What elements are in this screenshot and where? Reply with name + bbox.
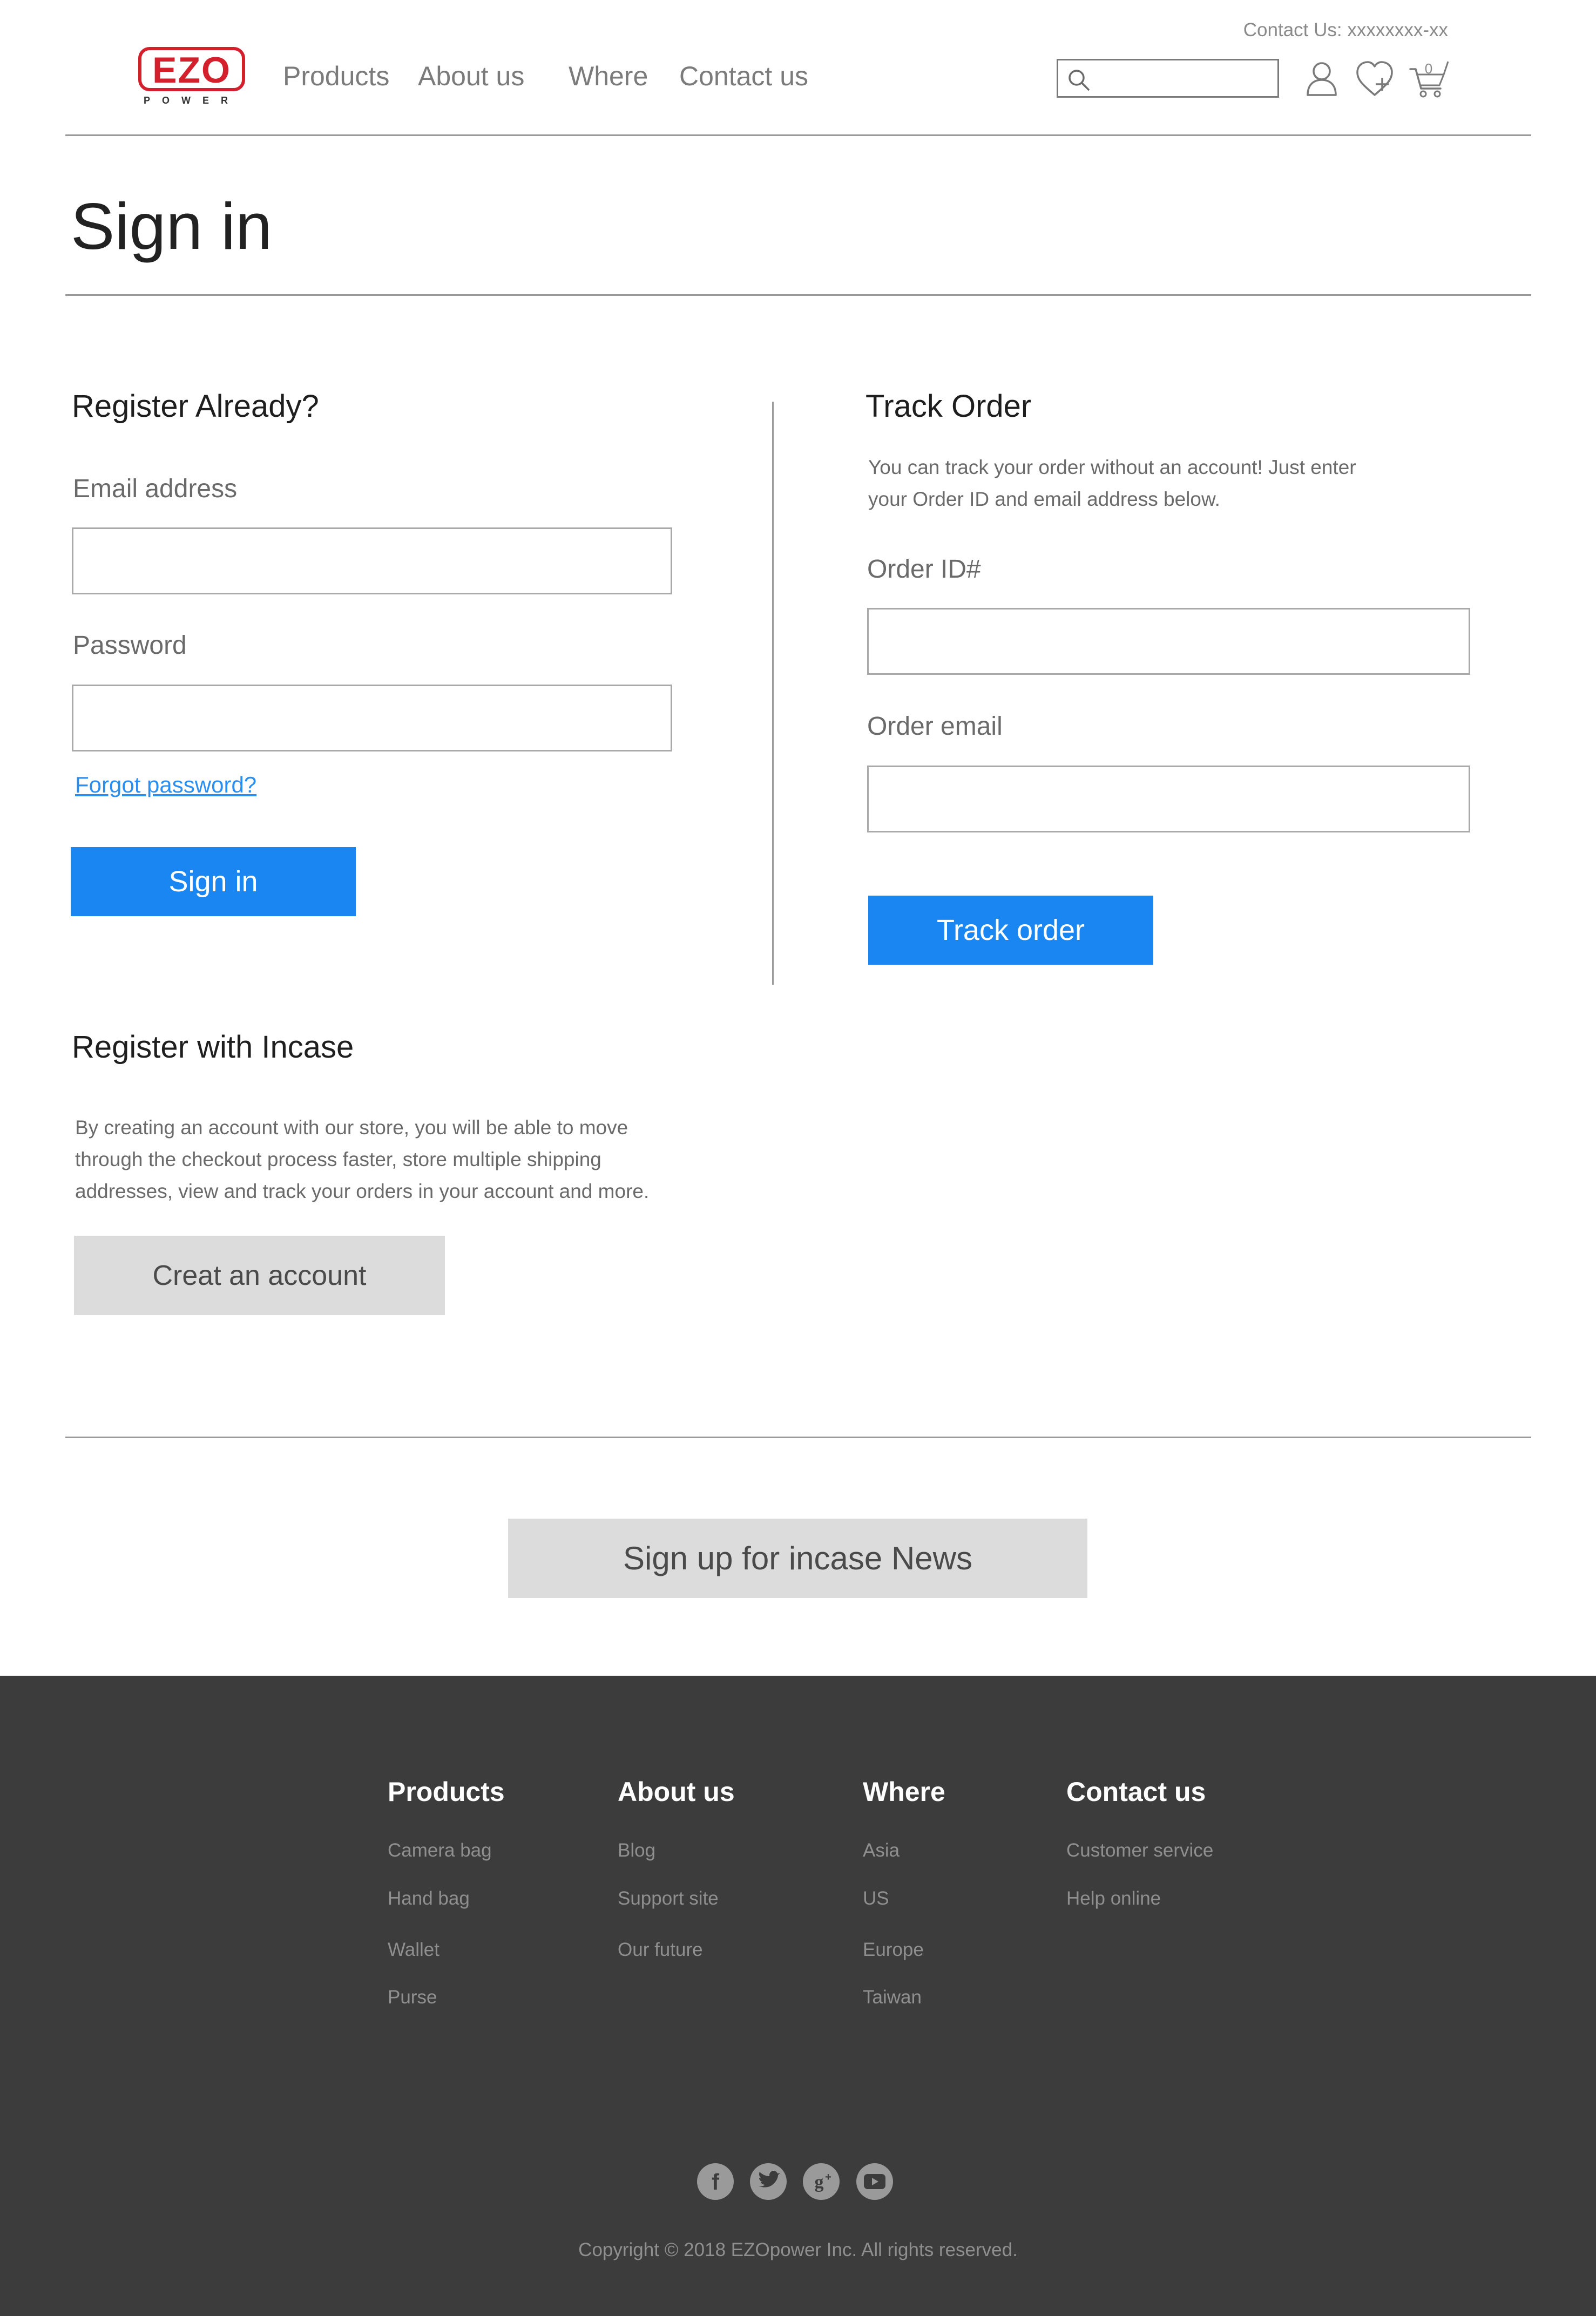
track-order-button[interactable]: Track order — [868, 896, 1153, 965]
column-divider — [772, 402, 774, 985]
nav-products[interactable]: Products — [283, 60, 389, 92]
register-desc-line-3: addresses, view and track your orders in… — [75, 1180, 650, 1202]
password-field[interactable] — [72, 685, 672, 751]
svg-text:f: f — [712, 2169, 720, 2195]
footer-link-asia[interactable]: Asia — [863, 1840, 900, 1861]
logo-mark: EZO POWER — [138, 47, 245, 106]
footer-link-camera-bag[interactable]: Camera bag — [388, 1840, 492, 1861]
nav-where[interactable]: Where — [569, 60, 648, 92]
footer-heading-contact-us: Contact us — [1066, 1777, 1206, 1807]
nav-about-us[interactable]: About us — [418, 60, 524, 92]
footer-heading-where: Where — [863, 1777, 945, 1807]
footer-link-taiwan[interactable]: Taiwan — [863, 1987, 922, 2008]
svg-text:POWER: POWER — [144, 95, 240, 106]
ezo-logo[interactable]: EZO POWER — [138, 46, 246, 107]
footer-link-us[interactable]: US — [863, 1888, 889, 1909]
footer-link-customer-service[interactable]: Customer service — [1066, 1840, 1213, 1861]
footer-link-wallet[interactable]: Wallet — [388, 1939, 439, 1961]
search-icon[interactable] — [1066, 67, 1092, 93]
wishlist-icon[interactable] — [1354, 58, 1395, 99]
forgot-password-link[interactable]: Forgot password? — [75, 772, 256, 798]
svg-text:g: g — [815, 2172, 824, 2192]
register-heading: Register with Incase — [72, 1030, 354, 1065]
search-input[interactable] — [1096, 65, 1271, 93]
email-label: Email address — [73, 475, 238, 503]
create-account-button[interactable]: Creat an account — [74, 1236, 445, 1315]
footer-link-help-online[interactable]: Help online — [1066, 1888, 1161, 1909]
footer-link-hand-bag[interactable]: Hand bag — [388, 1888, 470, 1909]
title-divider — [65, 294, 1531, 296]
order-id-label: Order ID# — [867, 555, 981, 584]
email-field[interactable] — [72, 527, 672, 594]
page-title: Sign in — [71, 189, 273, 263]
cart-count: 0 — [1424, 60, 1433, 77]
register-desc-line-2: through the checkout process faster, sto… — [75, 1148, 601, 1170]
header-contact: Contact Us: xxxxxxxx-xx — [1243, 19, 1448, 40]
nav-contact-us[interactable]: Contact us — [679, 60, 808, 92]
footer-heading-about-us: About us — [618, 1777, 735, 1807]
footer-link-blog[interactable]: Blog — [618, 1840, 655, 1861]
newsletter-signup-button[interactable]: Sign up for incase News — [508, 1519, 1087, 1598]
footer-link-europe[interactable]: Europe — [863, 1939, 924, 1961]
copyright: Copyright © 2018 EZOpower Inc. All right… — [578, 2239, 1018, 2260]
register-description: By creating an account with our store, y… — [75, 1112, 649, 1207]
svg-text:EZO: EZO — [152, 50, 231, 91]
order-email-label: Order email — [867, 712, 1003, 741]
order-id-field[interactable] — [867, 608, 1470, 675]
svg-text:+: + — [825, 2171, 831, 2183]
search-box[interactable] — [1057, 59, 1279, 98]
twitter-icon[interactable] — [750, 2163, 787, 2200]
footer-link-our-future[interactable]: Our future — [618, 1939, 703, 1961]
header-divider — [65, 134, 1531, 136]
footer-heading-products: Products — [388, 1777, 505, 1807]
register-desc-line-1: By creating an account with our store, y… — [75, 1116, 628, 1139]
footer-link-support-site[interactable]: Support site — [618, 1888, 719, 1909]
google-plus-icon[interactable]: g + — [803, 2163, 840, 2200]
footer-link-purse[interactable]: Purse — [388, 1987, 437, 2008]
newsletter-divider — [65, 1437, 1531, 1438]
track-order-heading: Track Order — [865, 389, 1032, 424]
sign-in-button[interactable]: Sign in — [71, 847, 356, 916]
user-icon[interactable] — [1301, 58, 1342, 99]
footer — [0, 1676, 1596, 2316]
signin-heading: Register Already? — [72, 389, 319, 424]
track-desc-line-1: You can track your order without an acco… — [868, 456, 1356, 478]
password-label: Password — [73, 631, 187, 660]
facebook-icon[interactable]: f — [697, 2163, 734, 2200]
order-email-field[interactable] — [867, 766, 1470, 832]
track-desc-line-2: your Order ID and email address below. — [868, 488, 1220, 510]
track-order-description: You can track your order without an acco… — [868, 451, 1356, 515]
youtube-icon[interactable] — [856, 2163, 893, 2200]
